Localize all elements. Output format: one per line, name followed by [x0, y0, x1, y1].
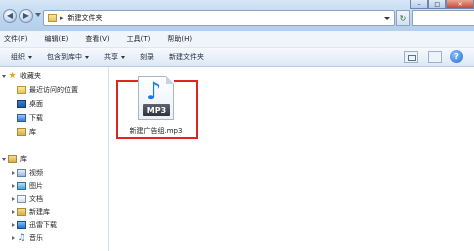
breadcrumb-separator-icon[interactable]: ▸	[60, 14, 64, 22]
library-icon	[8, 155, 17, 163]
share-label: 共享	[104, 53, 118, 61]
video-icon	[17, 169, 26, 177]
file-item[interactable]: ♪ MP3 新建广告组.mp3	[126, 74, 186, 138]
collapse-arrow-icon[interactable]	[2, 74, 6, 78]
address-bar[interactable]: ▸ 新建文件夹	[43, 10, 395, 26]
sidebar-item-library[interactable]: 库	[0, 126, 108, 138]
sidebar-item-label: 音乐	[29, 234, 43, 242]
help-button[interactable]: ?	[450, 50, 463, 63]
music-icon: ♫	[17, 233, 26, 243]
desktop-icon	[17, 100, 26, 108]
music-note-icon: ♪	[146, 77, 162, 105]
minimize-button[interactable]: –	[410, 0, 429, 9]
refresh-icon: ↻	[399, 13, 407, 23]
pictures-icon	[17, 182, 26, 190]
sidebar-item-new-library[interactable]: 新建库	[0, 206, 108, 218]
burn-button[interactable]: 刻录	[140, 52, 154, 62]
expand-arrow-icon[interactable]	[12, 171, 15, 175]
menu-view[interactable]: 查看(V)	[85, 34, 109, 44]
include-in-library-button[interactable]: 包含到库中	[47, 52, 89, 62]
sidebar-item-downloads[interactable]: 下载	[0, 112, 108, 124]
title-bar: ◀ ▶ ▸ 新建文件夹 ↻ – □ ✕	[0, 0, 474, 31]
collapse-arrow-icon[interactable]	[2, 157, 6, 161]
sidebar-group-label: 库	[20, 155, 27, 163]
window-controls: – □ ✕	[410, 0, 474, 9]
organize-label: 组织	[11, 53, 25, 61]
help-icon: ?	[454, 52, 459, 61]
navigation-pane: ★ 收藏夹 最近访问的位置 桌面 下载 库 库 视频 图片 文档 新建库 迅雷下…	[0, 67, 109, 251]
chevron-down-icon	[28, 55, 32, 59]
thunder-download-icon	[17, 221, 26, 229]
sidebar-group-label: 收藏夹	[20, 72, 41, 80]
back-arrow-icon: ◀	[6, 11, 14, 20]
search-input[interactable]	[412, 10, 474, 26]
close-button[interactable]: ✕	[446, 0, 474, 9]
burn-label: 刻录	[140, 53, 154, 61]
chevron-down-icon	[85, 55, 89, 59]
folder-icon	[48, 14, 57, 22]
sidebar-item-label: 迅雷下载	[29, 221, 57, 229]
maximize-button[interactable]: □	[428, 0, 447, 9]
download-icon	[17, 114, 26, 122]
sidebar-item-documents[interactable]: 文档	[0, 193, 108, 205]
command-toolbar: 组织 包含到库中 共享 刻录 新建文件夹 ?	[0, 48, 474, 67]
new-folder-label: 新建文件夹	[169, 53, 204, 61]
file-list-area[interactable]: ♪ MP3 新建广告组.mp3	[110, 67, 474, 251]
sidebar-item-label: 视频	[29, 169, 43, 177]
library-icon	[17, 208, 26, 216]
menu-file[interactable]: 文件(F)	[4, 34, 28, 44]
sidebar-item-recent-places[interactable]: 最近访问的位置	[0, 84, 108, 96]
chevron-down-icon	[121, 55, 125, 59]
sidebar-item-label: 文档	[29, 195, 43, 203]
menu-tools[interactable]: 工具(T)	[127, 34, 151, 44]
forward-arrow-icon: ▶	[22, 11, 30, 20]
star-icon: ★	[8, 71, 17, 81]
sidebar-group-favorites[interactable]: ★ 收藏夹	[0, 70, 108, 82]
explorer-window: ◀ ▶ ▸ 新建文件夹 ↻ – □ ✕ 文件(F) 编辑(E) 查看(V) 工具…	[0, 0, 474, 251]
new-folder-button[interactable]: 新建文件夹	[169, 52, 204, 62]
expand-arrow-icon[interactable]	[12, 223, 15, 227]
recent-places-icon	[17, 86, 26, 94]
organize-button[interactable]: 组织	[11, 52, 32, 62]
sidebar-item-thunder-download[interactable]: 迅雷下载	[0, 219, 108, 231]
sidebar-item-label: 图片	[29, 182, 43, 190]
menu-bar: 文件(F) 编辑(E) 查看(V) 工具(T) 帮助(H)	[0, 31, 474, 48]
menu-help[interactable]: 帮助(H)	[167, 34, 192, 44]
back-button[interactable]: ◀	[3, 9, 17, 23]
expand-arrow-icon[interactable]	[12, 210, 15, 214]
expand-arrow-icon[interactable]	[12, 184, 15, 188]
expand-arrow-icon[interactable]	[12, 236, 15, 240]
sidebar-item-label: 最近访问的位置	[29, 86, 78, 94]
sidebar-item-label: 新建库	[29, 208, 50, 216]
expand-arrow-icon[interactable]	[12, 197, 15, 201]
sidebar-item-desktop[interactable]: 桌面	[0, 98, 108, 110]
change-view-icon[interactable]	[404, 51, 418, 63]
file-name[interactable]: 新建广告组.mp3	[130, 126, 183, 136]
sidebar-item-music[interactable]: ♫ 音乐	[0, 232, 108, 244]
sidebar-group-libraries[interactable]: 库	[0, 153, 108, 165]
sidebar-item-videos[interactable]: 视频	[0, 167, 108, 179]
include-in-library-label: 包含到库中	[47, 53, 82, 61]
menu-edit[interactable]: 编辑(E)	[45, 34, 69, 44]
sidebar-item-label: 库	[29, 128, 36, 136]
refresh-button[interactable]: ↻	[396, 10, 410, 26]
mp3-badge: MP3	[143, 104, 170, 116]
forward-button[interactable]: ▶	[19, 9, 33, 23]
preview-pane-icon[interactable]	[428, 51, 442, 63]
address-dropdown-icon[interactable]	[384, 17, 390, 20]
recent-pages-dropdown-icon[interactable]	[35, 13, 41, 17]
breadcrumb-current[interactable]: 新建文件夹	[68, 13, 103, 23]
sidebar-item-pictures[interactable]: 图片	[0, 180, 108, 192]
library-icon	[17, 128, 26, 136]
mp3-file-icon: ♪ MP3	[138, 76, 174, 120]
share-button[interactable]: 共享	[104, 52, 125, 62]
sidebar-item-label: 桌面	[29, 100, 43, 108]
documents-icon	[17, 195, 26, 203]
sidebar-item-label: 下载	[29, 114, 43, 122]
